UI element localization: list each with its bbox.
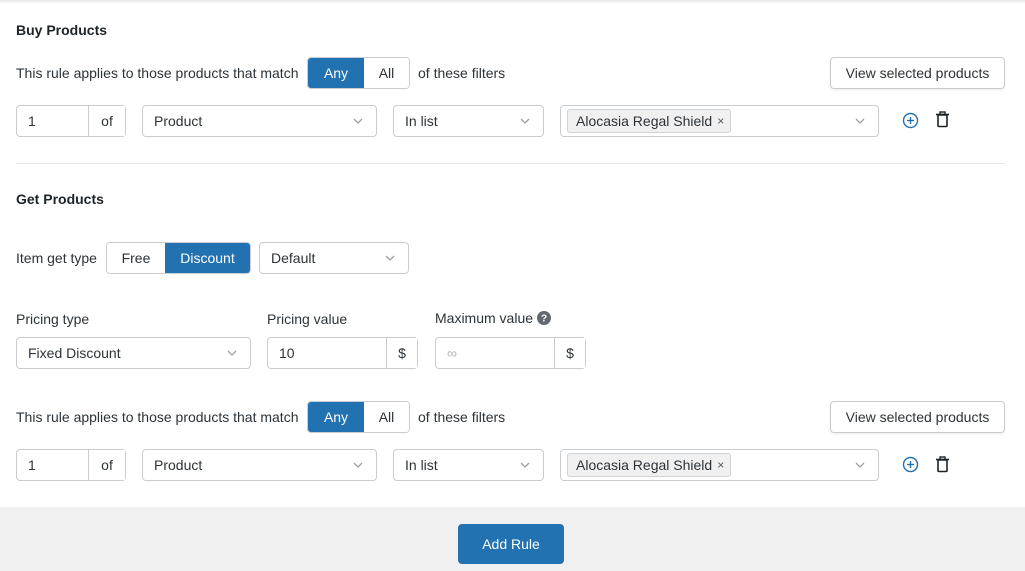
get-product-multiselect[interactable]: Alocasia Regal Shield × (560, 449, 879, 481)
buy-quantity-field[interactable]: 1 of (16, 105, 126, 137)
get-operator-select[interactable]: In list (393, 449, 544, 481)
pricing-type-label: Pricing type (16, 311, 90, 327)
get-quantity-value: 1 (28, 457, 36, 473)
buy-match-any-button[interactable]: Any (308, 58, 364, 88)
chevron-down-icon (520, 118, 530, 124)
buy-selected-product-label: Alocasia Regal Shield (576, 113, 713, 129)
get-type-free-button[interactable]: Free (107, 243, 165, 273)
chevron-down-icon (520, 462, 530, 468)
tag-remove-icon[interactable]: × (717, 458, 724, 472)
tag-remove-icon[interactable]: × (717, 114, 724, 128)
maximum-value-field[interactable]: ∞ $ (435, 337, 586, 369)
plus-circle-icon[interactable] (902, 112, 919, 129)
get-selected-product-label: Alocasia Regal Shield (576, 457, 713, 473)
buy-selected-product-tag: Alocasia Regal Shield × (567, 109, 732, 133)
item-get-type-toggle: Free Discount (106, 242, 251, 274)
buy-filter-type-select[interactable]: Product (142, 105, 377, 137)
get-products-heading: Get Products (16, 191, 104, 207)
maximum-currency-suffix: $ (554, 338, 585, 368)
pricing-type-select[interactable]: Fixed Discount (16, 337, 251, 369)
maximum-value-input[interactable]: ∞ (436, 345, 554, 361)
get-operator-value: In list (405, 457, 438, 473)
get-filter-type-value: Product (154, 457, 203, 473)
question-circle-icon[interactable]: ? (537, 311, 552, 325)
pricing-type-value: Fixed Discount (28, 345, 121, 361)
buy-of-label: of (88, 106, 125, 136)
get-mode-select[interactable]: Default (259, 242, 409, 274)
chevron-down-icon (855, 118, 865, 124)
get-filter-type-select[interactable]: Product (142, 449, 377, 481)
get-match-toggle: Any All (307, 401, 410, 433)
chevron-down-icon (855, 462, 865, 468)
get-type-discount-button[interactable]: Discount (165, 243, 250, 273)
buy-match-suffix: of these filters (418, 65, 506, 81)
pricing-value-field[interactable]: 10 $ (267, 337, 418, 369)
chevron-down-icon (353, 118, 363, 124)
buy-match-prefix: This rule applies to those products that… (16, 65, 299, 81)
section-divider (16, 163, 1005, 164)
buy-operator-select[interactable]: In list (393, 105, 544, 137)
get-mode-value: Default (271, 250, 316, 266)
get-selected-product-tag: Alocasia Regal Shield × (567, 453, 732, 477)
buy-match-all-button[interactable]: All (364, 58, 409, 88)
maximum-value-label-row: Maximum value ? (435, 310, 552, 326)
plus-circle-icon[interactable] (902, 456, 919, 473)
pricing-currency-suffix: $ (386, 338, 417, 368)
chevron-down-icon (385, 255, 395, 261)
buy-product-multiselect[interactable]: Alocasia Regal Shield × (560, 105, 879, 137)
get-match-any-button[interactable]: Any (308, 402, 364, 432)
add-rule-button[interactable]: Add Rule (458, 524, 564, 564)
maximum-value-label: Maximum value (435, 310, 534, 326)
buy-match-toggle: Any All (307, 57, 410, 89)
chevron-down-icon (353, 462, 363, 468)
item-get-type-label: Item get type (16, 250, 97, 266)
svg-text:?: ? (541, 314, 547, 325)
get-match-suffix: of these filters (418, 409, 506, 425)
pricing-value-input[interactable]: 10 (268, 345, 386, 361)
buy-operator-value: In list (405, 113, 438, 129)
get-of-label: of (88, 450, 125, 480)
pricing-value-label: Pricing value (267, 311, 348, 327)
buy-view-selected-button[interactable]: View selected products (830, 57, 1005, 89)
buy-filter-type-value: Product (154, 113, 203, 129)
buy-quantity-value: 1 (28, 113, 36, 129)
trash-icon[interactable] (935, 111, 950, 128)
get-view-selected-button[interactable]: View selected products (830, 401, 1005, 433)
trash-icon[interactable] (935, 456, 950, 473)
chevron-down-icon (227, 350, 237, 356)
get-quantity-field[interactable]: 1 of (16, 449, 126, 481)
top-edge-shadow (0, 0, 1025, 4)
buy-products-heading: Buy Products (16, 22, 108, 38)
get-match-all-button[interactable]: All (364, 402, 409, 432)
get-match-prefix: This rule applies to those products that… (16, 409, 299, 425)
